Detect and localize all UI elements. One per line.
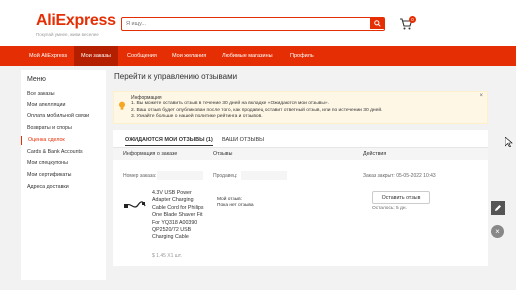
my-review-value: Пока нет отзыва — [217, 203, 254, 208]
cursor-icon — [505, 137, 513, 147]
edit-button[interactable] — [491, 201, 505, 215]
sidebar-item-mobile-payment[interactable]: Оплата мобильной связи — [27, 112, 106, 121]
search-icon — [373, 20, 381, 27]
search-input[interactable] — [126, 18, 366, 29]
search-button[interactable] — [370, 18, 384, 29]
leave-review-button[interactable]: Оставить отзыв — [372, 191, 430, 204]
close-icon[interactable]: × — [479, 93, 483, 99]
tab-my-reviews[interactable]: ВАШИ ОТЗЫВЫ — [222, 134, 264, 146]
lightbulb-icon — [119, 101, 125, 110]
side-close-button[interactable]: × — [491, 225, 504, 238]
aliexpress-logo[interactable]: AliExpress — [36, 12, 116, 30]
sidebar: Меню Все заказы Мои апелляции Оплата моб… — [21, 70, 106, 280]
seller-field[interactable] — [241, 171, 287, 180]
product-title[interactable]: 4.3V USB Power Adapter Charging Cable Co… — [152, 190, 208, 242]
sidebar-item-addresses[interactable]: Адреса доставки — [27, 183, 106, 192]
order-number-label: Номер заказа: — [123, 173, 157, 179]
tab-pending-reviews[interactable]: ОЖИДАЮТСЯ МОИ ОТЗЫВЫ (1) — [125, 134, 213, 146]
product-image[interactable] — [124, 197, 146, 213]
top-nav: Мой AliExpress Мои заказы Сообщения Мои … — [0, 46, 516, 66]
sidebar-item-coupons[interactable]: Мои спецкупоны — [27, 159, 106, 168]
seller-label: Продавец: — [213, 173, 238, 179]
nav-my-orders[interactable]: Мои заказы — [74, 46, 118, 66]
cart-count-badge: 0 — [409, 16, 416, 23]
sidebar-item-all-orders[interactable]: Все заказы — [27, 90, 106, 99]
page-title: Перейти к управлению отзывами — [114, 72, 238, 81]
info-line-2: 2. Ваш отзыв будет опубликован после тог… — [131, 107, 383, 113]
product-price: $ 1.45 X1 шт. — [152, 253, 182, 259]
header: AliExpress Покупай умнее, живи веселее 0 — [0, 0, 516, 46]
pencil-icon — [495, 205, 501, 211]
search-bar — [121, 17, 385, 31]
nav-wishlist[interactable]: Мои желания — [165, 46, 213, 66]
tagline: Покупай умнее, живи веселее — [36, 32, 99, 37]
my-review-status: Мой отзыв: Пока нет отзыва — [217, 197, 254, 209]
nav-my-aliexpress[interactable]: Мой AliExpress — [22, 46, 74, 66]
days-left: Осталось: 5 дн. — [372, 206, 407, 211]
sidebar-item-cards[interactable]: Cards & Bank Accounts — [27, 148, 106, 157]
sidebar-item-certificates[interactable]: Мои сертификаты — [27, 171, 106, 180]
nav-profile[interactable]: Профиль — [283, 46, 321, 66]
info-line-3: 3. Узнайте больше о нашей политике рейти… — [131, 114, 263, 119]
nav-messages[interactable]: Сообщения — [120, 46, 164, 66]
order-number-field[interactable] — [157, 171, 203, 180]
info-box: Информация 1. Вы можете оставить отзыв в… — [113, 91, 488, 124]
column-order-info: Информация о заказе — [123, 151, 178, 157]
sidebar-title: Меню — [27, 76, 46, 83]
order-closed-date: Заказ закрыт: 05-05-2022 10:43 — [363, 173, 436, 179]
column-actions: Действия — [363, 151, 387, 157]
table-header: Информация о заказе Отзывы Действия — [113, 148, 488, 160]
nav-favorite-stores[interactable]: Любимые магазины — [215, 46, 280, 66]
sidebar-item-feedback[interactable]: Оценка сделок — [21, 136, 100, 145]
sidebar-item-appeals[interactable]: Мои апелляции — [27, 101, 106, 110]
column-reviews: Отзывы — [213, 151, 233, 157]
info-line-1: 1. Вы можете оставить отзыв в течение 30… — [131, 101, 329, 106]
sidebar-item-returns[interactable]: Возвраты и споры — [27, 124, 106, 133]
